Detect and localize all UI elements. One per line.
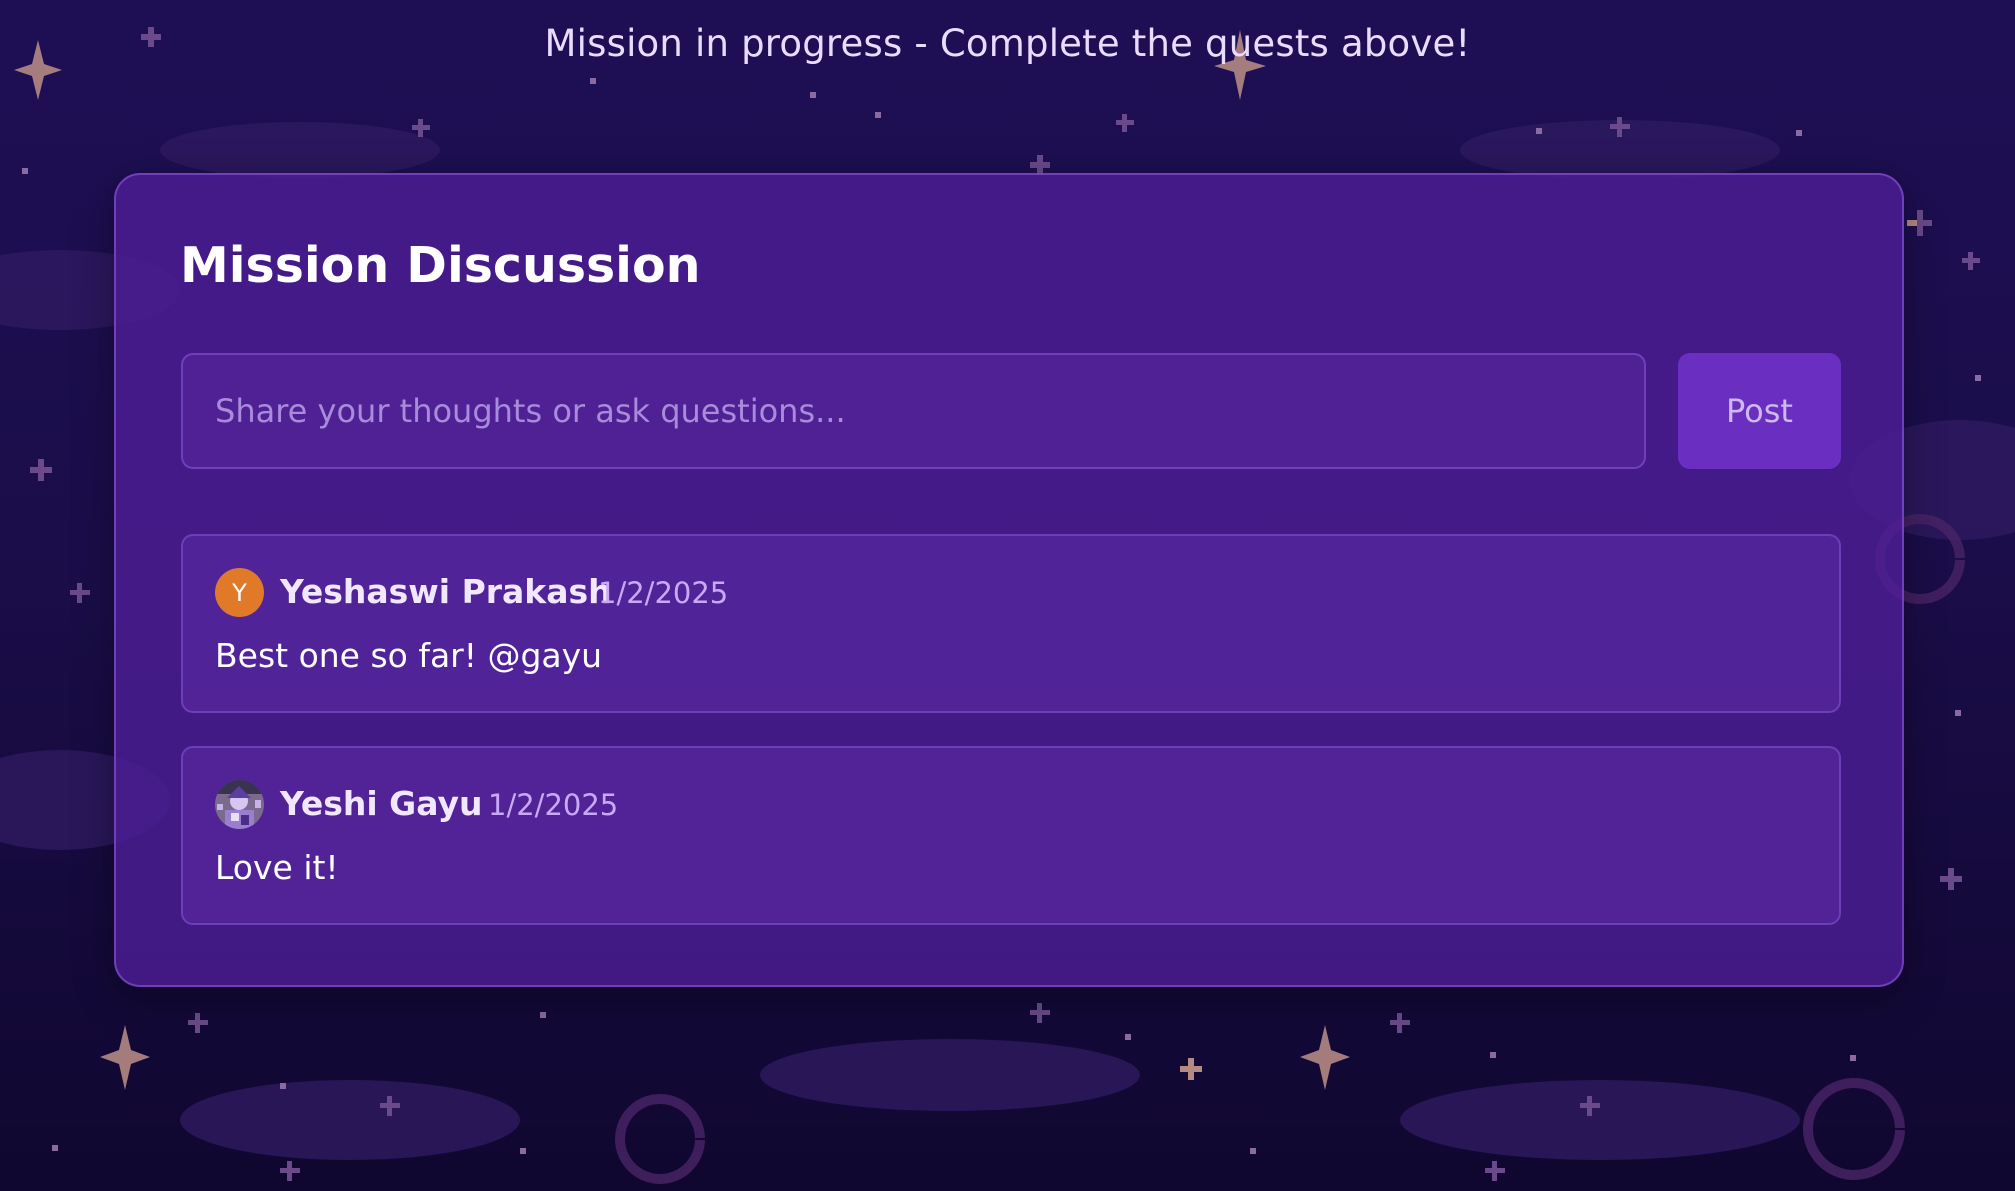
mission-status-text: Mission in progress - Complete the quest… bbox=[544, 22, 1471, 65]
comment-input[interactable] bbox=[181, 353, 1646, 469]
comment-date: 1/2/2025 bbox=[488, 788, 619, 822]
post-button[interactable]: Post bbox=[1678, 353, 1841, 469]
comment-author: Yeshi Gayu bbox=[280, 784, 483, 823]
comment-date: 1/2/2025 bbox=[598, 576, 729, 610]
comment-text: Love it! bbox=[215, 848, 339, 887]
avatar bbox=[215, 780, 264, 829]
avatar: Y bbox=[215, 568, 264, 617]
comment-card: Y Yeshaswi Prakash 1/2/2025 Best one so … bbox=[181, 534, 1841, 713]
profile-photo-icon bbox=[215, 780, 264, 829]
comment-author: Yeshaswi Prakash bbox=[280, 572, 612, 611]
mission-discussion-panel: Mission Discussion Post Y Yeshaswi Praka… bbox=[114, 173, 1904, 987]
comment-text: Best one so far! @gayu bbox=[215, 636, 603, 675]
discussion-title: Mission Discussion bbox=[180, 237, 701, 294]
comment-card: Yeshi Gayu 1/2/2025 Love it! bbox=[181, 746, 1841, 925]
